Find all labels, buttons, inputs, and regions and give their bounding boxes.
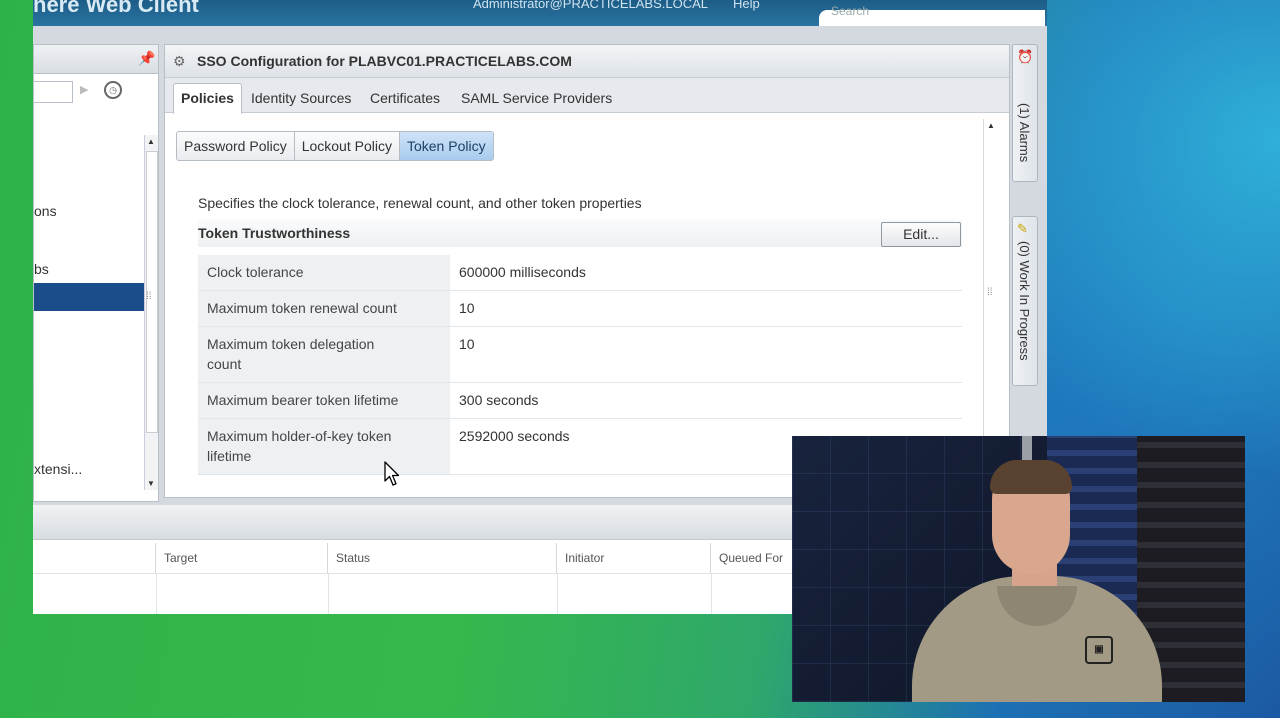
pin-icon[interactable]: 📌 xyxy=(138,50,155,67)
navigator-item[interactable] xyxy=(34,225,144,253)
property-name: Clock tolerance xyxy=(198,255,450,291)
table-cell xyxy=(156,573,329,614)
navigator-item[interactable] xyxy=(34,313,144,341)
search-input[interactable]: Search xyxy=(819,4,1045,26)
property-name: Maximum bearer token lifetime xyxy=(198,382,450,419)
recent-tasks-panel: Target Status Initiator Queued For xyxy=(33,505,793,614)
notepad-icon: ✎ xyxy=(1017,221,1028,236)
navigator-item[interactable] xyxy=(34,341,144,369)
table-cell xyxy=(328,573,558,614)
panel-titlebar: ⚙ SSO Configuration for PLABVC01.PRACTIC… xyxy=(165,45,1009,78)
sso-config-icon: ⚙ xyxy=(173,53,186,69)
subtab-token-policy[interactable]: Token Policy xyxy=(399,132,493,160)
tab-certificates[interactable]: Certificates xyxy=(363,85,447,112)
history-icon[interactable]: ◷ xyxy=(104,81,122,99)
navigator-item[interactable] xyxy=(34,369,144,397)
navigator-item[interactable] xyxy=(34,425,144,453)
table-row: Maximum token renewal count 10 xyxy=(198,290,962,327)
mouse-cursor-icon xyxy=(384,461,400,486)
table-row: Clock tolerance 600000 milliseconds xyxy=(198,255,962,291)
property-name: Maximum token renewal count xyxy=(198,290,450,327)
presenter-hair xyxy=(990,460,1072,494)
panel-title: SSO Configuration for PLABVC01.PRACTICEL… xyxy=(197,53,572,69)
panel-scrollbar[interactable]: ▲ ⁞⁞ xyxy=(983,119,998,489)
column-header-queued-for[interactable]: Queued For xyxy=(711,543,793,573)
alarm-clock-icon: ⏰ xyxy=(1017,49,1034,64)
user-menu[interactable]: Administrator@PRACTICELABS.LOCAL xyxy=(473,0,708,11)
table-cell xyxy=(557,573,712,614)
search-placeholder: Search xyxy=(831,4,870,18)
column-header-initiator[interactable]: Initiator xyxy=(557,543,711,573)
navigator-item[interactable] xyxy=(34,397,144,425)
help-menu[interactable]: Help xyxy=(733,0,760,11)
alarms-tab[interactable]: ⏰ (1) Alarms xyxy=(1012,44,1038,182)
tab-policies[interactable]: Policies xyxy=(173,83,242,114)
property-name: Maximum holder-of-key token lifetime xyxy=(198,418,450,475)
scroll-down-icon[interactable]: ▼ xyxy=(147,479,155,488)
table-row: Maximum bearer token lifetime 300 second… xyxy=(198,382,962,419)
property-name: Maximum token delegation count xyxy=(198,326,450,383)
navigator-breadcrumb[interactable] xyxy=(34,81,73,103)
tab-identity-sources[interactable]: Identity Sources xyxy=(244,85,358,112)
navigator-item[interactable]: xtensi... xyxy=(34,455,144,483)
forward-arrow-icon[interactable]: ▶ xyxy=(80,83,88,96)
work-in-progress-label: (0) Work In Progress xyxy=(1017,241,1032,361)
splitter-grip-icon[interactable]: ⁞⁞ xyxy=(987,287,993,298)
splitter-grip-icon[interactable]: ⁞⁞ xyxy=(146,291,152,302)
subtab-password-policy[interactable]: Password Policy xyxy=(177,132,295,160)
sso-configuration-panel: ⚙ SSO Configuration for PLABVC01.PRACTIC… xyxy=(164,44,1010,498)
navigator-panel: 📌 ▶ ◷ ons bs xtensi... ▲ ▼ ⁞⁞ xyxy=(33,44,159,502)
shirt-logo-icon: ▣ xyxy=(1085,636,1113,664)
navigator-item-selected[interactable] xyxy=(34,283,144,311)
column-header-status[interactable]: Status xyxy=(328,543,557,573)
app-name: here Web Client xyxy=(33,0,199,17)
subtab-lockout-policy[interactable]: Lockout Policy xyxy=(295,132,400,160)
property-value: 300 seconds xyxy=(450,382,962,419)
work-in-progress-tab[interactable]: ✎ (0) Work In Progress xyxy=(1012,216,1038,386)
top-header: here Web Client Administrator@PRACTICELA… xyxy=(33,0,1047,26)
tab-saml-service-providers[interactable]: SAML Service Providers xyxy=(454,85,619,112)
navigator-item[interactable] xyxy=(34,109,144,137)
table-cell xyxy=(33,573,157,614)
scroll-up-icon[interactable]: ▲ xyxy=(987,121,995,130)
scroll-up-icon[interactable]: ▲ xyxy=(147,137,155,146)
section-title: Token Trustworthiness xyxy=(198,225,351,241)
side-panels: ⏰ (1) Alarms ✎ (0) Work In Progress xyxy=(1012,44,1038,386)
main-tabs: Policies Identity Sources Certificates S… xyxy=(165,78,1009,114)
alarms-label: (1) Alarms xyxy=(1017,103,1032,163)
tasks-toolbar xyxy=(33,505,793,540)
navigator-item[interactable]: bs xyxy=(34,255,144,283)
column-header[interactable] xyxy=(33,543,156,573)
navigator-header: 📌 xyxy=(34,45,158,74)
navigator-item[interactable]: ons xyxy=(34,197,144,225)
navigator-list: ons bs xtensi... xyxy=(34,109,144,501)
column-header-target[interactable]: Target xyxy=(156,543,328,573)
section-header: Token Trustworthiness xyxy=(198,219,962,247)
edit-button[interactable]: Edit... xyxy=(881,222,961,247)
property-value: 10 xyxy=(450,290,962,327)
property-value: 600000 milliseconds xyxy=(450,255,962,291)
policy-subtabs: Password Policy Lockout Policy Token Polic… xyxy=(176,131,494,161)
presenter-video: ▣ xyxy=(792,436,1245,702)
navigator-scrollbar[interactable]: ▲ ▼ xyxy=(144,135,158,490)
table-row: Maximum token delegation count 10 xyxy=(198,326,962,383)
property-value: 10 xyxy=(450,326,962,383)
token-policy-description: Specifies the clock tolerance, renewal c… xyxy=(198,195,642,211)
